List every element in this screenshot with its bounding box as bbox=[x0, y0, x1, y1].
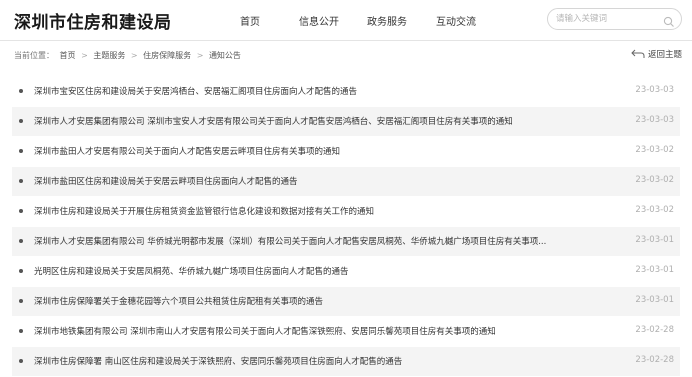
bullet-icon bbox=[19, 89, 23, 93]
breadcrumb-separator: > bbox=[81, 51, 88, 60]
list-item[interactable]: 深圳市住房和建设局关于开展住房租赁资金监管银行信息化建设和数据对接有关工作的通知… bbox=[12, 197, 680, 227]
list-item-date: 23-03-02 bbox=[635, 145, 674, 155]
back-to-topic-label: 返回主题 bbox=[647, 50, 682, 60]
bullet-icon bbox=[19, 299, 23, 303]
bullet-icon bbox=[19, 359, 23, 363]
list-item[interactable]: 深圳市住房保障署关于金穗花园等六个项目公共租赁住房配租有关事项的通告 23-03-… bbox=[12, 287, 680, 317]
list-item[interactable]: 深圳市住房保障署 南山区住房和建设局关于深铁熙府、安居同乐馨苑项目住房面向人才配… bbox=[12, 347, 680, 377]
list-item[interactable]: 深圳市人才安居集团有限公司 深圳市宝安人才安居有限公司关于面向人才配售安居鸿栖台… bbox=[12, 107, 680, 137]
breadcrumb-label: 当前位置： bbox=[14, 51, 54, 60]
breadcrumb: 当前位置： 首页 > 主题服务 > 住房保障服务 > 通知公告 bbox=[14, 50, 244, 61]
list-item-date: 23-03-02 bbox=[635, 205, 674, 215]
bullet-icon bbox=[19, 209, 23, 213]
list-item-date: 23-03-01 bbox=[635, 265, 674, 275]
nav-item-gov-services[interactable]: 政务服务 bbox=[367, 13, 407, 28]
list-item[interactable]: 深圳市盐田区住房和建设局关于安居云畔项目住房面向人才配售的通告 23-03-02 bbox=[12, 167, 680, 197]
list-item-title[interactable]: 深圳市盐田人才安居有限公司关于面向人才配售安居云畔项目住房有关事项的通知 bbox=[34, 145, 340, 157]
list-item-title[interactable]: 深圳市盐田区住房和建设局关于安居云畔项目住房面向人才配售的通告 bbox=[34, 175, 298, 187]
breadcrumb-notices[interactable]: 通知公告 bbox=[209, 51, 241, 60]
bullet-icon bbox=[19, 269, 23, 273]
breadcrumb-topic-services[interactable]: 主题服务 bbox=[93, 51, 125, 60]
list-item[interactable]: 深圳市地铁集团有限公司 深圳市南山人才安居有限公司关于面向人才配售深铁熙府、安居… bbox=[12, 317, 680, 347]
list-item-title[interactable]: 光明区住房和建设局关于安居凤桐苑、华侨城九樾广场项目住房面向人才配售的通告 bbox=[34, 265, 349, 277]
search-input[interactable] bbox=[556, 12, 656, 26]
list-item-title[interactable]: 深圳市人才安居集团有限公司 华侨城光明都市发展（深圳）有限公司关于面向人才配售安… bbox=[34, 235, 546, 247]
list-item-date: 23-03-03 bbox=[635, 85, 674, 95]
list-item[interactable]: 光明区住房和建设局关于安居凤桐苑、华侨城九樾广场项目住房面向人才配售的通告 23-… bbox=[12, 257, 680, 287]
list-item-date: 23-02-28 bbox=[635, 355, 674, 365]
back-arrow-icon bbox=[631, 49, 645, 58]
list-item-title[interactable]: 深圳市住房和建设局关于开展住房租赁资金监管银行信息化建设和数据对接有关工作的通知 bbox=[34, 205, 374, 217]
list-item-title[interactable]: 深圳市住房保障署关于金穗花园等六个项目公共租赁住房配租有关事项的通告 bbox=[34, 295, 323, 307]
list-item[interactable]: 深圳市盐田人才安居有限公司关于面向人才配售安居云畔项目住房有关事项的通知 23-0… bbox=[12, 137, 680, 167]
back-to-topic-link[interactable]: 返回主题 bbox=[631, 48, 682, 60]
list-item-title[interactable]: 深圳市宝安区住房和建设局关于安居鸿栖台、安居福汇阁项目住房面向人才配售的通告 bbox=[34, 85, 357, 97]
nav-item-interaction[interactable]: 互动交流 bbox=[436, 13, 476, 28]
bullet-icon bbox=[19, 119, 23, 123]
bullet-icon bbox=[19, 239, 23, 243]
list-item-title[interactable]: 深圳市住房保障署 南山区住房和建设局关于深铁熙府、安居同乐馨苑项目住房面向人才配… bbox=[34, 355, 402, 367]
list-item[interactable]: 深圳市人才安居集团有限公司 华侨城光明都市发展（深圳）有限公司关于面向人才配售安… bbox=[12, 227, 680, 257]
list-item-title[interactable]: 深圳市地铁集团有限公司 深圳市南山人才安居有限公司关于面向人才配售深铁熙府、安居… bbox=[34, 325, 496, 337]
bullet-icon bbox=[19, 149, 23, 153]
search-icon[interactable] bbox=[663, 13, 675, 27]
bullet-icon bbox=[19, 329, 23, 333]
breadcrumb-separator: > bbox=[196, 51, 204, 60]
list-item-date: 23-03-01 bbox=[635, 235, 674, 245]
nav-item-home[interactable]: 首页 bbox=[240, 13, 260, 28]
list-item-date: 23-03-02 bbox=[635, 175, 674, 185]
search-box bbox=[547, 8, 682, 30]
breadcrumb-home[interactable]: 首页 bbox=[60, 51, 76, 60]
nav-item-info-disclosure[interactable]: 信息公开 bbox=[299, 13, 339, 28]
bullet-icon bbox=[19, 179, 23, 183]
breadcrumb-housing-services[interactable]: 住房保障服务 bbox=[143, 51, 191, 60]
list-item-date: 23-02-28 bbox=[635, 325, 674, 335]
notice-list: 深圳市宝安区住房和建设局关于安居鸿栖台、安居福汇阁项目住房面向人才配售的通告 23… bbox=[12, 77, 680, 377]
list-item-date: 23-03-01 bbox=[635, 295, 674, 305]
list-item-title[interactable]: 深圳市人才安居集团有限公司 深圳市宝安人才安居有限公司关于面向人才配售安居鸿栖台… bbox=[34, 115, 513, 127]
list-item[interactable]: 深圳市宝安区住房和建设局关于安居鸿栖台、安居福汇阁项目住房面向人才配售的通告 23… bbox=[12, 77, 680, 107]
breadcrumb-separator: > bbox=[130, 51, 138, 60]
list-item-date: 23-03-03 bbox=[635, 115, 674, 125]
site-header: 深圳市住房和建设局 首页 信息公开 政务服务 互动交流 bbox=[0, 0, 692, 41]
